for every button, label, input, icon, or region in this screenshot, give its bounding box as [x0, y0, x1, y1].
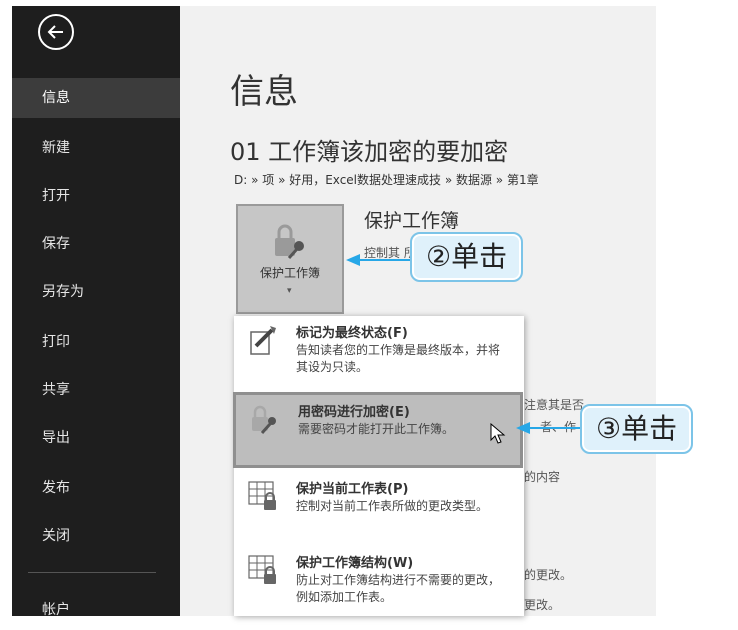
step3-callout: ③单击	[580, 404, 694, 454]
menu-item-mark-final[interactable]: 标记为最终状态(F) 告知读者您的工作簿是最终版本，并将其设为只读。	[234, 316, 524, 388]
backstage-sidebar: 信息 新建 打开 保存 另存为 打印 共享 导出 发布 关闭 帐户	[12, 6, 180, 618]
key-lock-icon	[252, 405, 276, 434]
arrow-left-icon	[47, 25, 63, 39]
menu-item-description: 需要密码才能打开此工作簿。	[298, 422, 455, 436]
sidebar-item-info[interactable]: 信息	[12, 78, 180, 118]
sidebar-item-label: 另存为	[42, 284, 84, 300]
sidebar-item-save[interactable]: 保存	[12, 224, 180, 264]
sidebar-item-open[interactable]: 打开	[12, 176, 180, 216]
sidebar-item-save-as[interactable]: 另存为	[12, 272, 180, 312]
step2-arrow-head	[346, 254, 360, 266]
sidebar-item-label: 打开	[42, 188, 70, 204]
mark-final-icon	[250, 326, 276, 355]
sidebar-item-label: 信息	[42, 90, 70, 106]
sidebar-item-label: 共享	[42, 382, 70, 398]
breadcrumb[interactable]: D: » 项 » 好用，Excel数据处理速成技 » 数据源 » 第1章	[234, 171, 539, 188]
menu-item-title: 标记为最终状态(F)	[296, 326, 408, 341]
menu-item-description: 告知读者您的工作簿是最终版本，并将其设为只读。	[296, 343, 501, 374]
back-button[interactable]	[38, 14, 74, 50]
protect-workbook-button[interactable]: 保护工作簿 ▾	[236, 204, 344, 314]
menu-item-encrypt-password[interactable]: 用密码进行加密(E) 需要密码才能打开此工作簿。	[233, 392, 523, 468]
sheet-lock-icon	[248, 481, 276, 510]
inspect-fragment: 的内容	[524, 470, 561, 484]
menu-item-protect-structure[interactable]: 保护工作簿结构(W) 防止对工作簿结构进行不需要的更改，例如添加工作表。	[234, 546, 524, 616]
sidebar-item-label: 帐户	[42, 602, 70, 618]
document-title: 01 工作簿该加密的要加密	[230, 138, 509, 166]
protect-section-title: 保护工作簿	[364, 210, 460, 232]
page-title: 信息	[230, 72, 298, 112]
sidebar-item-share[interactable]: 共享	[12, 370, 180, 410]
menu-item-description: 防止对工作簿结构进行不需要的更改，例如添加工作表。	[296, 573, 501, 604]
sidebar-item-label: 保存	[42, 236, 70, 252]
sidebar-item-label: 关闭	[42, 528, 70, 544]
sidebar-item-label: 打印	[42, 334, 70, 350]
versions-fragment: 的更改。	[524, 568, 573, 582]
chevron-down-icon: ▾	[287, 286, 292, 296]
menu-item-description: 控制对当前工作表所做的更改类型。	[296, 499, 489, 513]
sidebar-item-publish[interactable]: 发布	[12, 468, 180, 508]
menu-item-title: 用密码进行加密(E)	[298, 405, 410, 420]
sidebar-item-label: 新建	[42, 140, 70, 156]
step3-arrow-line	[528, 427, 580, 429]
sidebar-item-new[interactable]: 新建	[12, 128, 180, 168]
protect-workbook-label: 保护工作簿	[259, 266, 320, 280]
menu-item-title: 保护工作簿结构(W)	[296, 556, 414, 571]
sidebar-item-export[interactable]: 导出	[12, 418, 180, 458]
step3-arrow-head	[516, 422, 530, 434]
protect-workbook-menu: 标记为最终状态(F) 告知读者您的工作簿是最终版本，并将其设为只读。 用密码进行…	[233, 316, 524, 616]
inspect-fragment: 注意其是否	[524, 398, 585, 412]
step2-callout: ②单击	[410, 232, 524, 282]
step2-arrow-line	[358, 259, 410, 261]
workbook-structure-lock-icon	[248, 555, 276, 584]
menu-item-protect-sheet[interactable]: 保护当前工作表(P) 控制对当前工作表所做的更改类型。	[234, 472, 524, 542]
versions-fragment: 更改。	[524, 598, 561, 612]
sidebar-item-account[interactable]: 帐户	[12, 590, 180, 630]
menu-item-title: 保护当前工作表(P)	[296, 482, 409, 497]
lock-key-icon	[275, 224, 304, 259]
sidebar-item-close[interactable]: 关闭	[12, 516, 180, 556]
mouse-cursor-icon	[490, 423, 506, 444]
sidebar-item-label: 导出	[42, 430, 70, 446]
sidebar-item-label: 发布	[42, 480, 70, 496]
sidebar-divider	[28, 572, 156, 573]
sidebar-item-print[interactable]: 打印	[12, 322, 180, 362]
